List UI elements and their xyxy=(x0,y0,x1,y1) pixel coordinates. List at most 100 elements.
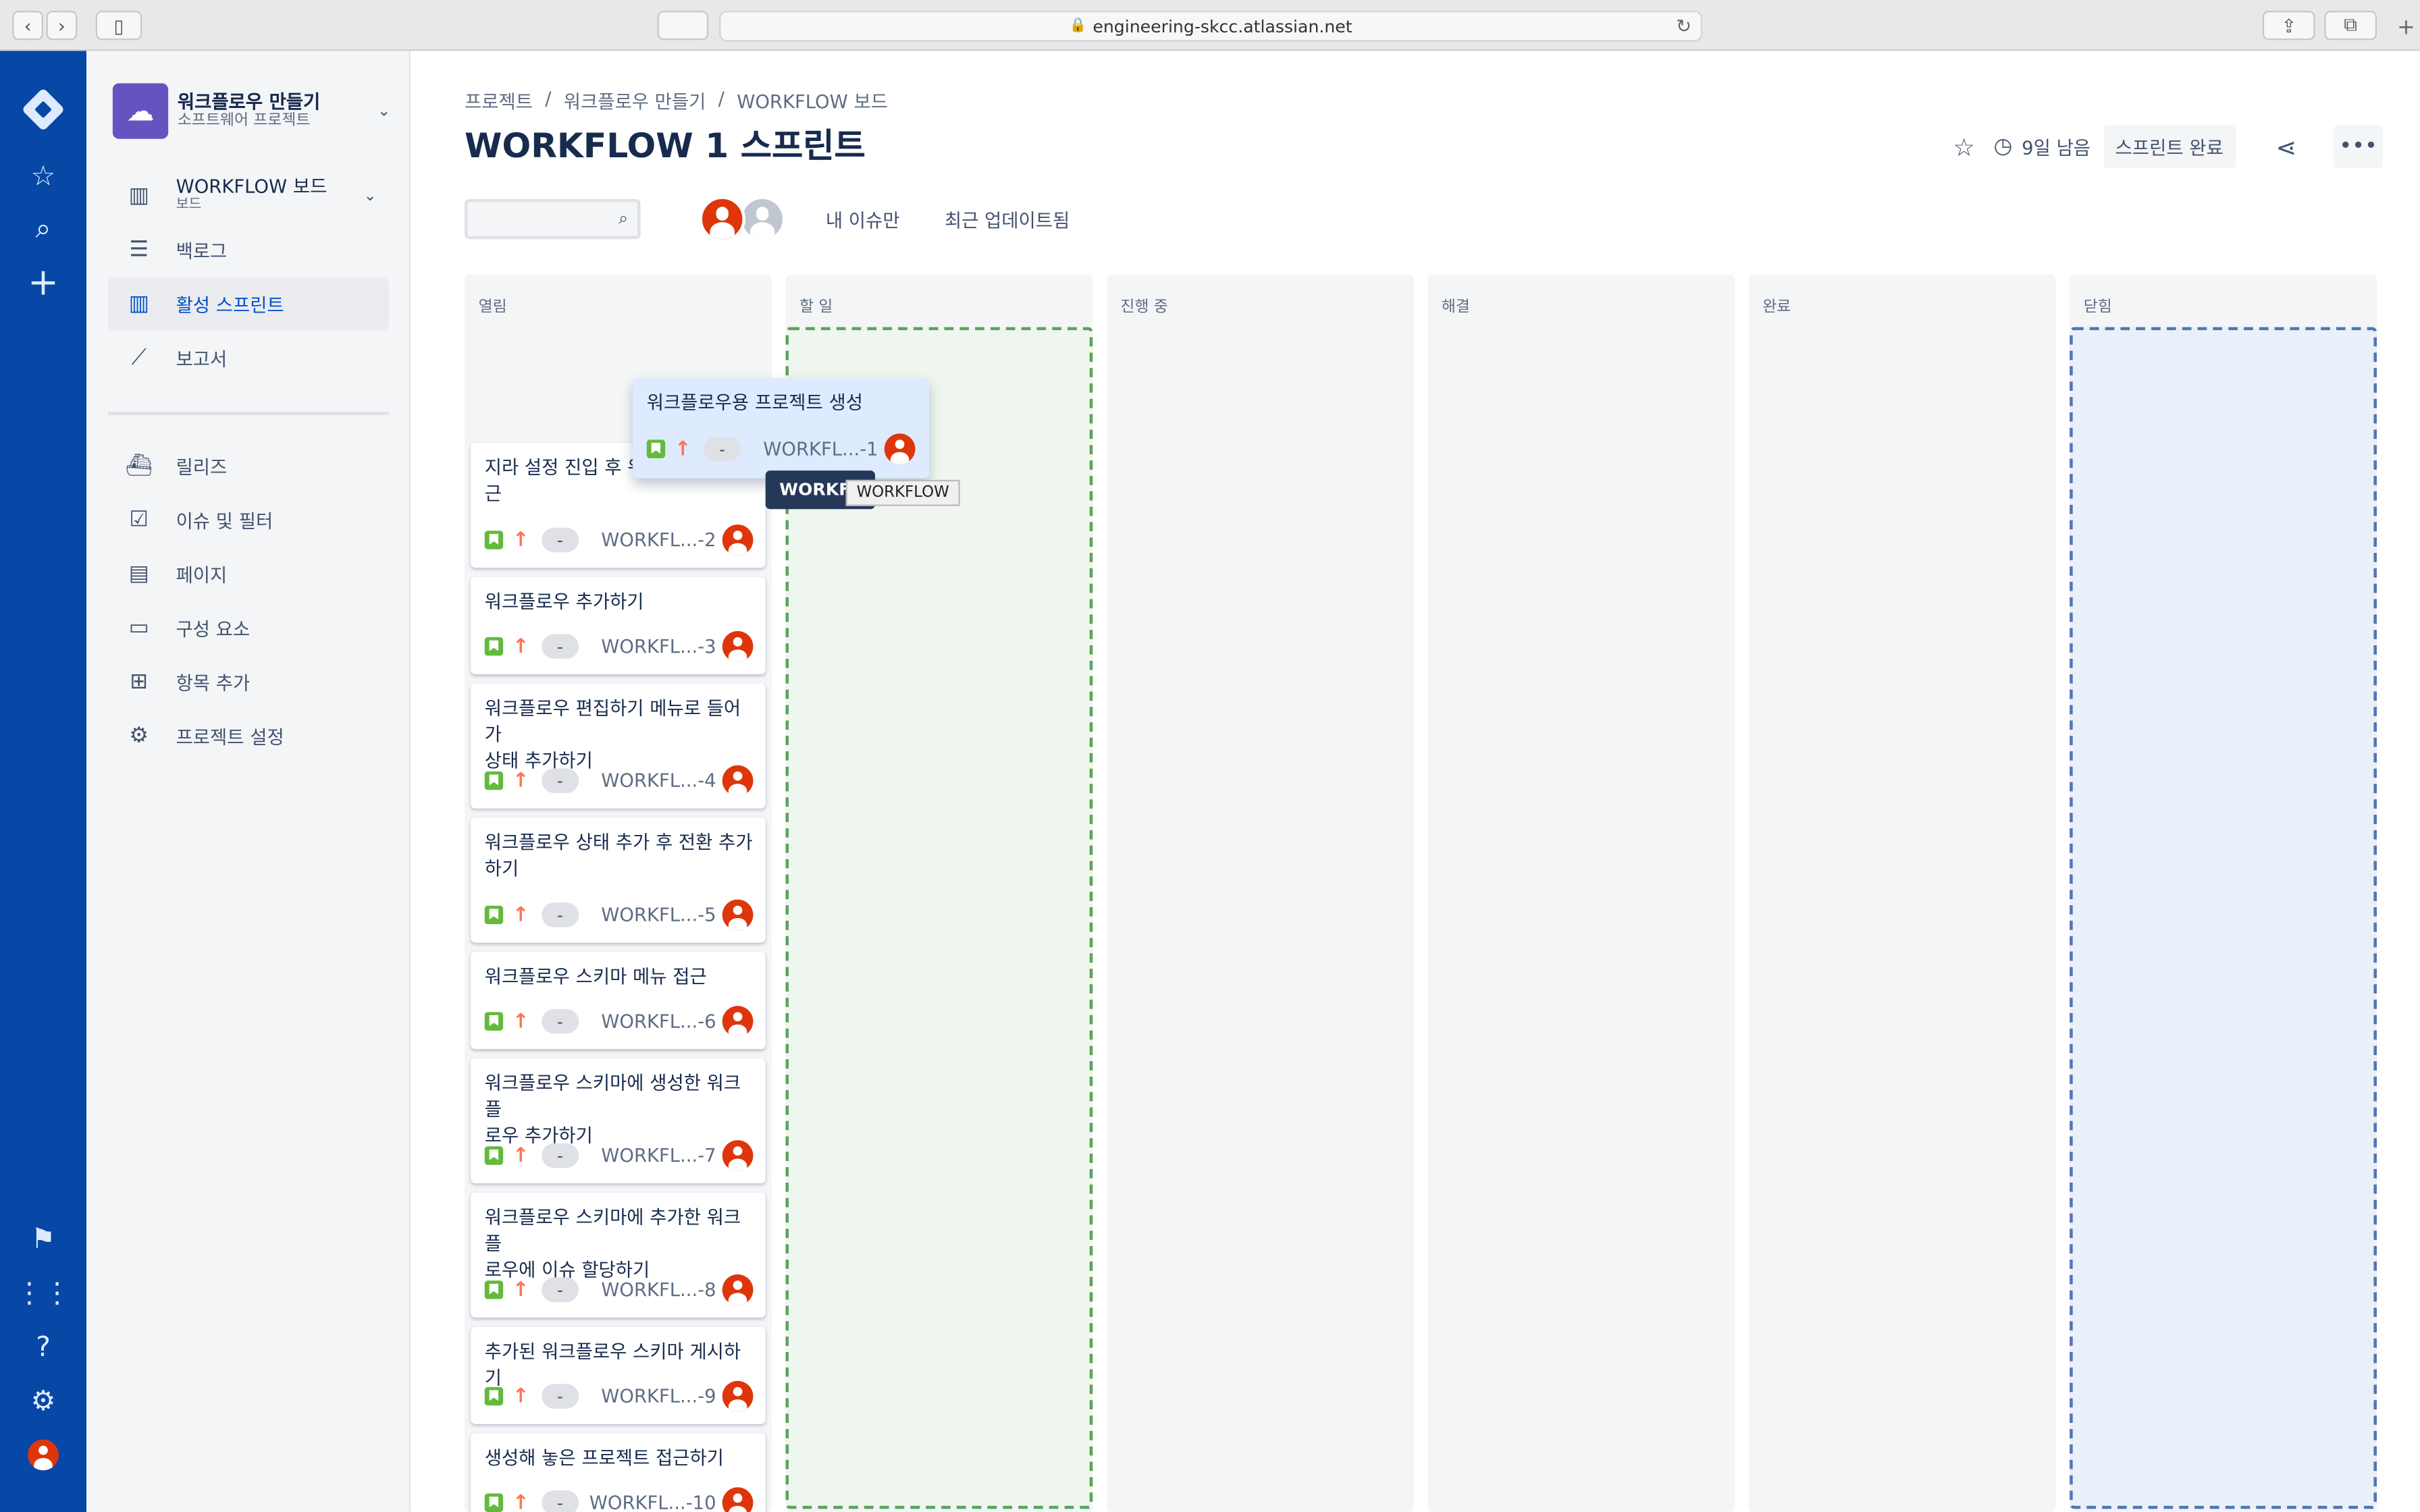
jira-logo-icon[interactable] xyxy=(21,87,65,132)
star-icon[interactable]: ☆ xyxy=(22,155,65,198)
sidebar-item-pages[interactable]: ▤ 페이지 xyxy=(108,547,389,600)
card-summary: 워크플로우 스키마에 추가한 워크플 로우에 이슈 할당하기 xyxy=(484,1206,741,1281)
tab-overview-button[interactable] xyxy=(657,10,709,40)
board-icon: ▥ xyxy=(128,183,149,209)
quick-filter-recently-updated[interactable]: 최근 업데이트됨 xyxy=(945,207,1070,233)
sidebar-item-label: 구성 요소 xyxy=(176,618,251,640)
back-icon[interactable]: ‹ xyxy=(12,10,43,40)
gear-icon: ⚙ xyxy=(129,723,149,749)
issue-key: WORKFL...-10 xyxy=(589,1492,716,1512)
issue-key: WORKFL...-3 xyxy=(601,635,716,657)
forward-icon[interactable]: › xyxy=(46,10,78,40)
estimate-badge: - xyxy=(542,527,579,553)
project-name: 워크플로우 만들기 xyxy=(177,90,321,113)
native-tooltip: WORKFLOW xyxy=(845,479,960,506)
issue-card[interactable]: 추가된 워크플로우 스키마 게시하기 ↑ - WORKFL...-9 xyxy=(471,1326,766,1424)
sidebar-item-active-sprint[interactable]: ▥ 활성 스프린트 xyxy=(107,277,389,331)
quick-filter-my-issues[interactable]: 내 이슈만 xyxy=(826,207,900,233)
issue-card[interactable]: 워크플로우 스키마에 생성한 워크플 로우 추가하기 ↑ - WORKFL...-7 xyxy=(471,1058,766,1184)
create-icon[interactable]: + xyxy=(22,261,65,304)
issue-card[interactable]: 생성해 놓은 프로젝트 접근하기 ↑ - WORKFL...-10 xyxy=(471,1433,766,1512)
assignee-avatar[interactable] xyxy=(884,433,916,464)
priority-high-icon: ↑ xyxy=(512,1143,529,1168)
app-switcher-icon[interactable]: ⋮⋮ xyxy=(16,1271,71,1314)
board-switcher[interactable]: ▥ WORKFLOW 보드 보드 ⌄ xyxy=(108,169,389,222)
star-icon[interactable]: ☆ xyxy=(1953,132,1975,161)
sidebar-item-backlog[interactable]: ☰ 백로그 xyxy=(108,223,389,276)
assignee-avatar[interactable] xyxy=(739,196,786,242)
estimate-badge: - xyxy=(542,1143,579,1168)
assignee-avatar[interactable] xyxy=(722,524,754,556)
complete-sprint-button[interactable]: 스프린트 완료 xyxy=(2103,125,2236,169)
assignee-avatar[interactable] xyxy=(699,196,745,242)
sprint-actions: ☆ ◷ 9일 남음 스프린트 완료 ⋖ ••• xyxy=(1953,124,2384,170)
breadcrumb-project[interactable]: 워크플로우 만들기 xyxy=(564,88,706,114)
sidebar-item-components[interactable]: ▭ 구성 요소 xyxy=(108,601,389,654)
project-type: 소프트웨어 프로젝트 xyxy=(177,112,311,130)
settings-icon[interactable]: ⚙ xyxy=(22,1379,65,1422)
sidebar-divider xyxy=(107,412,389,415)
sidebar-item-project-settings[interactable]: ⚙ 프로젝트 설정 xyxy=(108,709,389,762)
board-search[interactable]: ⌕ xyxy=(464,198,641,240)
drop-zone[interactable] xyxy=(2070,327,2377,1509)
priority-high-icon: ↑ xyxy=(512,1491,529,1512)
assignee-avatar[interactable] xyxy=(722,765,754,796)
help-icon[interactable]: ? xyxy=(22,1325,65,1368)
estimate-badge: - xyxy=(542,634,579,659)
issue-key: WORKFL...-1 xyxy=(763,438,878,460)
priority-high-icon: ↑ xyxy=(512,1278,529,1301)
share-browser-icon[interactable]: ⇪ xyxy=(2262,10,2315,40)
tabs-icon[interactable]: ⧉ xyxy=(2324,10,2377,40)
sidebar-item-releases[interactable]: ⛴ 릴리즈 xyxy=(108,439,389,492)
assignee-avatar[interactable] xyxy=(722,1487,754,1512)
assignee-avatar[interactable] xyxy=(722,1380,754,1412)
notifications-icon[interactable]: ⚑ xyxy=(22,1217,65,1260)
story-icon xyxy=(484,1146,504,1165)
assignee-avatar[interactable] xyxy=(722,1274,754,1305)
story-icon xyxy=(484,531,504,549)
profile-avatar[interactable] xyxy=(28,1439,59,1471)
project-header[interactable]: ☁ 워크플로우 만들기 소프트웨어 프로젝트 ⌄ xyxy=(112,83,390,139)
sidebar-toggle-icon[interactable]: ▯ xyxy=(95,10,142,40)
sidebar-item-label: 보고서 xyxy=(176,348,228,370)
sidebar-item-reports[interactable]: ⟋ 보고서 xyxy=(108,331,389,384)
assignee-avatar[interactable] xyxy=(722,1140,754,1171)
share-icon[interactable]: ⋖ xyxy=(2276,132,2296,161)
backlog-icon: ☰ xyxy=(129,237,149,263)
reload-icon[interactable]: ↻ xyxy=(1676,16,1691,37)
issue-card[interactable]: 워크플로우 스키마 메뉴 접근 ↑ - WORKFL...-6 xyxy=(471,952,766,1050)
issue-card[interactable]: 워크플로우 추가하기 ↑ - WORKFL...-3 xyxy=(471,576,766,674)
issue-card[interactable]: 워크플로우 상태 추가 후 전환 추가 하기 ↑ - WORKFL...-5 xyxy=(471,817,766,943)
breadcrumb-projects[interactable]: 프로젝트 xyxy=(465,88,533,114)
board-icon: ▥ xyxy=(128,291,149,317)
new-tab-icon[interactable]: + xyxy=(2392,16,2420,47)
priority-high-icon: ↑ xyxy=(512,903,529,927)
components-icon: ▭ xyxy=(128,615,149,641)
card-summary: 워크플로우 편집하기 메뉴로 들어가 상태 추가하기 xyxy=(484,697,741,772)
issue-key: WORKFL...-9 xyxy=(601,1385,716,1407)
estimate-badge: - xyxy=(542,1008,579,1034)
assignee-avatar[interactable] xyxy=(722,630,754,662)
dragging-issue-card[interactable]: 워크플로우용 프로젝트 생성 ↑ - WORKFL...-1 xyxy=(633,377,929,479)
estimate-badge: - xyxy=(542,1384,579,1409)
issue-card[interactable]: 워크플로우 스키마에 추가한 워크플 로우에 이슈 할당하기 ↑ - WORKFL..… xyxy=(471,1192,766,1318)
issue-card[interactable]: 워크플로우 편집하기 메뉴로 들어가 상태 추가하기 ↑ - WORKFL...-4 xyxy=(471,683,766,809)
assignee-avatar[interactable] xyxy=(722,899,754,931)
sidebar-item-add-item[interactable]: ⊞ 항목 추가 xyxy=(108,655,389,708)
priority-high-icon: ↑ xyxy=(512,769,529,792)
search-icon[interactable]: ⌕ xyxy=(22,207,65,250)
add-item-icon: ⊞ xyxy=(130,669,149,695)
column-resolved: 해결 xyxy=(1427,274,1735,1512)
assignee-avatar[interactable] xyxy=(722,1006,754,1037)
sidebar-item-label: 백로그 xyxy=(176,240,228,262)
board-subtitle: 보드 xyxy=(176,197,202,213)
search-input[interactable] xyxy=(467,203,607,238)
address-bar[interactable]: 🔒 engineering-skcc.atlassian.net ↻ xyxy=(719,10,1703,42)
board-name: WORKFLOW 보드 xyxy=(176,176,327,198)
breadcrumb-board[interactable]: WORKFLOW 보드 xyxy=(737,88,888,114)
chevron-down-icon[interactable]: ⌄ xyxy=(364,188,377,205)
sidebar-item-issues-filters[interactable]: ☑ 이슈 및 필터 xyxy=(108,493,389,546)
chevron-down-icon[interactable]: ⌄ xyxy=(377,103,390,119)
story-icon xyxy=(484,1386,504,1406)
more-actions-button[interactable]: ••• xyxy=(2333,125,2384,169)
